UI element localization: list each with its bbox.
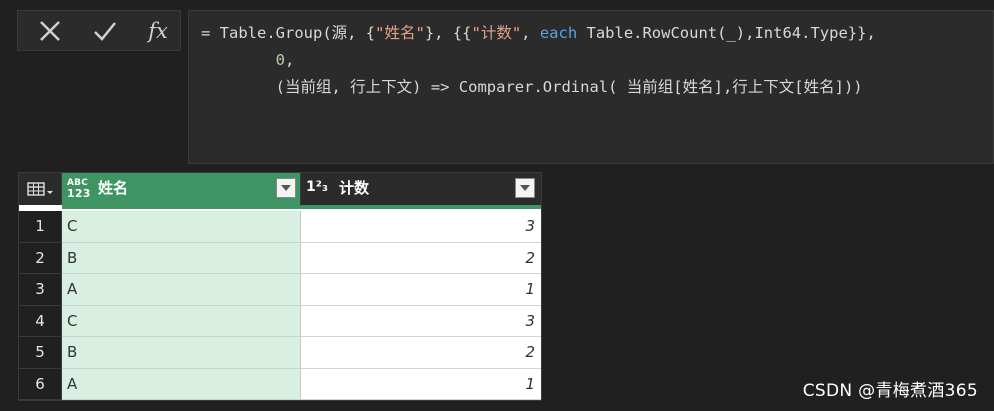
row-number[interactable]: 5: [19, 337, 62, 369]
cell-count[interactable]: 3: [301, 305, 541, 337]
chevron-down-icon[interactable]: [276, 178, 296, 198]
formula-text: }, {{: [424, 24, 472, 42]
integer-type-icon: 1²₃: [306, 179, 329, 195]
row-number[interactable]: 4: [19, 305, 62, 337]
data-grid: ABC 123 姓名 1²₃ 计数 1 C 3 2 B 2 3 A 1 4 C …: [18, 172, 542, 401]
formula-text: = Table.Group(源, {: [201, 24, 376, 42]
cell-count[interactable]: 2: [301, 242, 541, 274]
formula-line-1: = Table.Group(源, {"姓名"}, {{"计数", each Ta…: [201, 24, 876, 42]
formula-number: 0: [275, 51, 285, 69]
formula-keyword: each: [539, 24, 578, 42]
column-header-name[interactable]: ABC 123 姓名: [62, 173, 301, 205]
watermark: CSDN @青梅煮酒365: [802, 381, 978, 401]
formula-text: Table.RowCount(_),Int64.Type}},: [577, 24, 876, 42]
fx-icon[interactable]: fx: [144, 17, 172, 45]
any-type-icon: ABC 123: [67, 178, 91, 199]
formula-text: ,: [285, 51, 295, 69]
table-row: 2 B 2: [19, 242, 541, 274]
table-row: 5 B 2: [19, 337, 541, 369]
check-icon[interactable]: [91, 17, 119, 45]
row-number[interactable]: 3: [19, 274, 62, 306]
cell-name[interactable]: B: [62, 337, 301, 369]
table-row: 3 A 1: [19, 274, 541, 306]
formula-bar-buttons: fx: [17, 10, 181, 51]
column-quality-bar: [62, 205, 541, 209]
table-row: 6 A 1: [19, 368, 541, 400]
row-number[interactable]: 1: [19, 211, 62, 243]
chevron-down-icon[interactable]: [515, 178, 535, 198]
cell-name[interactable]: B: [62, 242, 301, 274]
formula-text: ,: [521, 24, 540, 42]
formula-line-2: 0,: [201, 51, 295, 69]
formula-input[interactable]: = Table.Group(源, {"姓名"}, {{"计数", each Ta…: [188, 10, 994, 164]
cell-count[interactable]: 1: [301, 274, 541, 306]
close-icon[interactable]: [36, 17, 64, 45]
formula-string: "姓名": [375, 24, 425, 42]
row-number[interactable]: 6: [19, 368, 62, 400]
cell-name[interactable]: A: [62, 274, 301, 306]
cell-name[interactable]: A: [62, 368, 301, 400]
type-label-bottom: 123: [67, 187, 91, 200]
formula-text: (当前组, 行上下文) => Comparer.Ordinal( 当前组[姓名]…: [275, 78, 863, 96]
table-row: 4 C 3: [19, 305, 541, 337]
row-number[interactable]: 2: [19, 242, 62, 274]
table-row: 1 C 3: [19, 211, 541, 243]
formula-string: "计数": [471, 24, 522, 42]
column-title: 计数: [339, 179, 370, 197]
cell-name[interactable]: C: [62, 211, 301, 243]
cell-name[interactable]: C: [62, 305, 301, 337]
column-title: 姓名: [98, 179, 129, 197]
formula-line-3: (当前组, 行上下文) => Comparer.Ordinal( 当前组[姓名]…: [201, 78, 863, 96]
cell-count[interactable]: 3: [301, 211, 541, 243]
column-header-count[interactable]: 1²₃ 计数: [301, 173, 541, 205]
cell-count[interactable]: 1: [301, 368, 541, 400]
cell-count[interactable]: 2: [301, 337, 541, 369]
table-menu-icon[interactable]: [19, 173, 62, 205]
